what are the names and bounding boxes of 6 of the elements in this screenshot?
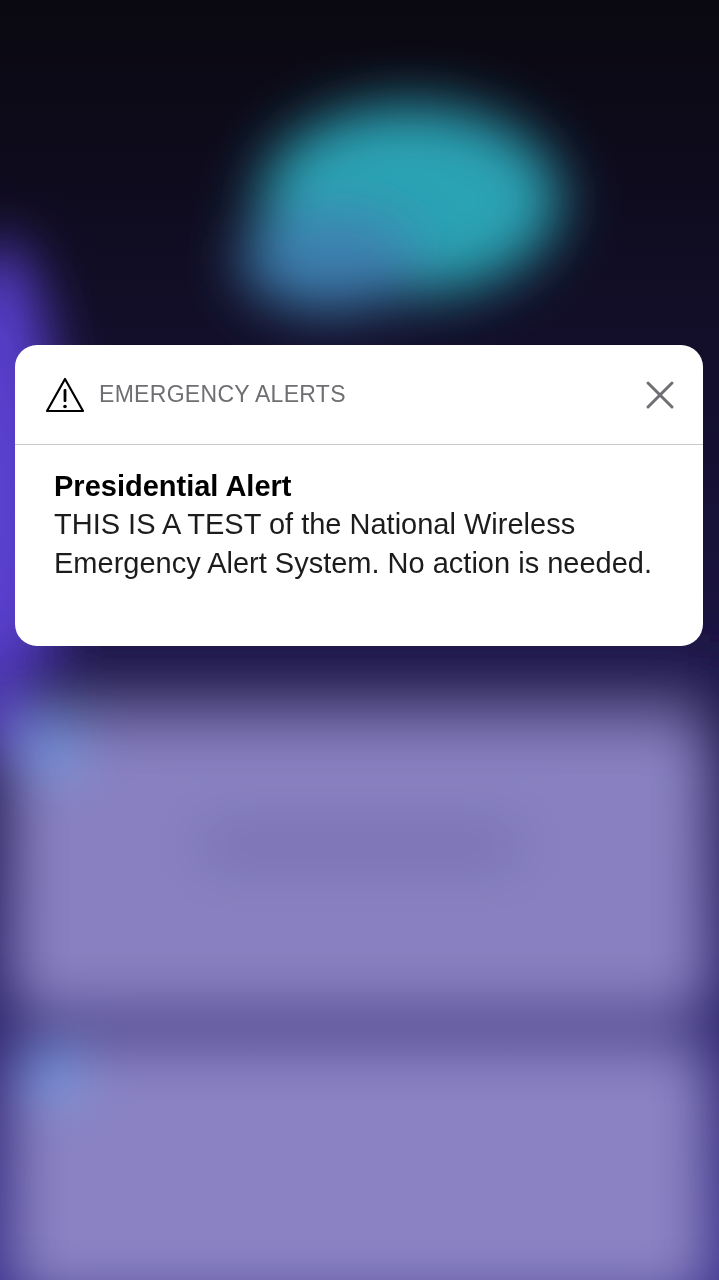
warning-icon — [45, 376, 85, 413]
close-button[interactable] — [645, 379, 675, 410]
app-name: EMERGENCY ALERTS — [99, 381, 347, 408]
alert-message: THIS IS A TEST of the National Wireless Emergency Alert System. No action is needed. — [54, 507, 653, 581]
alert-title: Presidential Alert — [54, 469, 293, 504]
close-icon — [645, 379, 675, 410]
